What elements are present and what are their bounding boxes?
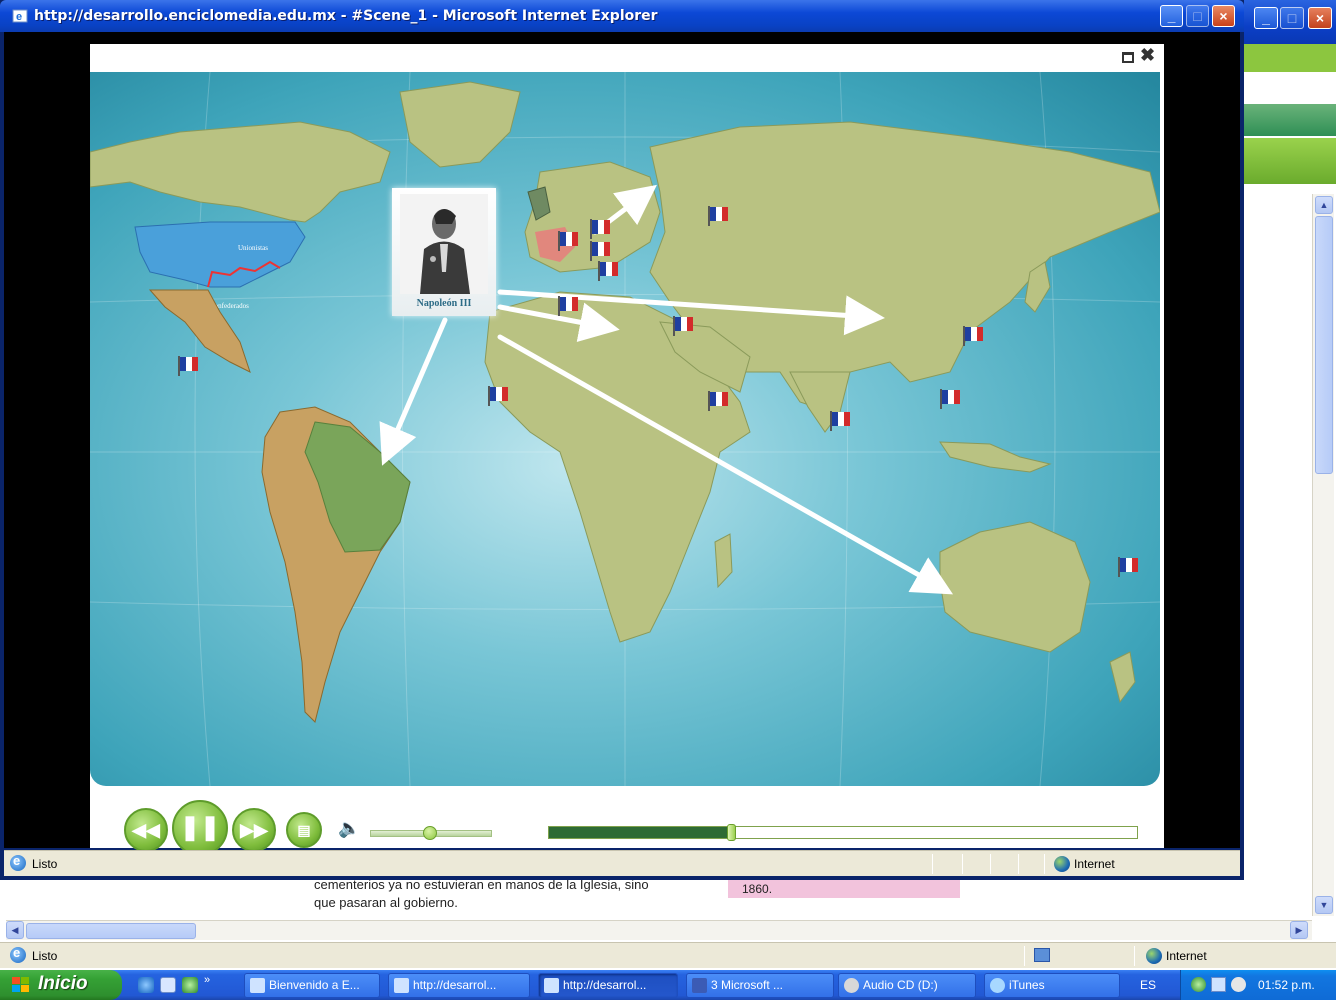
desktop-quicklaunch-icon[interactable] (160, 977, 176, 993)
us-label-union: Unionistas (238, 244, 268, 252)
ie-quicklaunch-icon[interactable] (138, 977, 154, 993)
windows-logo-icon (12, 977, 29, 992)
vertical-scrollbar[interactable]: ▲ ▼ (1312, 194, 1334, 916)
taskbar-item[interactable]: Bienvenido a E... (244, 973, 380, 998)
page-green-banner (1244, 138, 1336, 184)
world-map: Unionistas Confederados Napoleón III (90, 72, 1160, 786)
svg-text:e: e (16, 11, 22, 23)
indonesia-land (939, 441, 1052, 473)
print-button[interactable]: ▤ (286, 812, 322, 848)
flag-icon (963, 326, 983, 346)
fast-forward-button[interactable]: ▶▶ (232, 808, 276, 852)
page-green-banner (1244, 44, 1336, 72)
text-line: que pasaran al gobierno. (314, 895, 458, 910)
popup-browser-window: e http://desarrollo.enciclomedia.edu.mx … (0, 0, 1244, 880)
progress-fill (549, 827, 731, 838)
start-label: Inicio (38, 973, 88, 994)
taskbar-item[interactable]: http://desarrol... (538, 973, 678, 998)
close-icon[interactable]: ✖ (1140, 46, 1155, 64)
progress-bar[interactable] (548, 824, 1138, 841)
volume-knob[interactable] (423, 826, 437, 840)
ie-icon (250, 978, 265, 993)
portrait-figure (420, 209, 470, 294)
australia-land (939, 521, 1091, 653)
horizontal-scrollbar[interactable]: ◀ ▶ (6, 920, 1312, 940)
ie-icon (544, 978, 559, 993)
arrow-to-americas (379, 317, 448, 466)
scene-panel: ✖ Unionistas Confederados Napoleón III ◀… (90, 44, 1164, 856)
player-controls: ◀◀ ❚❚ ▶▶ ▤ 🔈 (90, 794, 1164, 856)
window-title: http://desarrollo.enciclomedia.edu.mx - … (34, 8, 658, 24)
scrollbar-thumb[interactable] (26, 923, 196, 939)
portrait-caption: Napoleón III (416, 298, 472, 309)
napoleon-portrait-card[interactable]: Napoleón III (392, 188, 496, 316)
background-statusbar: Listo Internet (0, 942, 1336, 968)
north-america-land (90, 121, 391, 223)
scroll-down-button[interactable]: ▼ (1315, 896, 1333, 914)
scrollbar-thumb[interactable] (1315, 216, 1333, 474)
tray-security-icon[interactable] (1231, 977, 1246, 992)
scroll-right-button[interactable]: ▶ (1290, 921, 1308, 939)
portrait-image (400, 194, 488, 294)
language-indicator[interactable]: ES (1140, 978, 1156, 992)
status-text: Listo (32, 857, 58, 871)
taskbar: Inicio » Bienvenido a E... http://desarr… (0, 970, 1336, 1000)
status-text: Listo (32, 949, 58, 963)
flash-content-area: ✖ Unionistas Confederados Napoleón III ◀… (4, 32, 1240, 856)
clock[interactable]: 01:52 p.m. (1258, 978, 1315, 992)
itunes-icon (990, 978, 1005, 993)
pause-button[interactable]: ❚❚ (172, 800, 228, 856)
taskbar-item[interactable]: http://desarrol... (388, 973, 530, 998)
greenland-land (399, 81, 521, 168)
globe-icon (1054, 856, 1070, 872)
background-maximize-button[interactable]: □ (1280, 7, 1304, 29)
ie-page-icon (10, 853, 26, 871)
flag-icon (1118, 557, 1138, 577)
rewind-button[interactable]: ◀◀ (124, 808, 168, 852)
statusbar: Listo Internet (4, 850, 1240, 876)
taskbar-item[interactable]: Audio CD (D:) (838, 973, 976, 998)
close-button[interactable]: × (1212, 5, 1235, 27)
new-zealand-land (1109, 651, 1136, 704)
ie-page-icon (10, 945, 26, 963)
union-states-region (134, 221, 306, 288)
maximize-button[interactable]: □ (1186, 5, 1209, 27)
zone-text: Internet (1074, 857, 1115, 871)
minimize-button[interactable]: _ (1160, 5, 1183, 27)
page-icon (1034, 948, 1050, 962)
flag-icon (598, 261, 618, 281)
taskbar-item[interactable]: 3 Microsoft ... (686, 973, 834, 998)
background-close-button[interactable]: × (1308, 7, 1332, 29)
madagascar-land (714, 533, 733, 589)
zone-text: Internet (1166, 949, 1207, 963)
media-quicklaunch-icon[interactable] (182, 977, 198, 993)
scroll-left-button[interactable]: ◀ (6, 921, 24, 939)
background-titlebar[interactable]: _ □ × (1240, 0, 1336, 44)
start-button[interactable]: Inicio (0, 970, 122, 1000)
lesson-text: cementerios ya no estuvieran en manos de… (314, 876, 714, 912)
scroll-up-button[interactable]: ▲ (1315, 196, 1333, 214)
background-minimize-button[interactable]: _ (1254, 7, 1278, 29)
maximize-icon[interactable] (1122, 52, 1134, 63)
ie-icon (394, 978, 409, 993)
cd-icon (844, 978, 859, 993)
speaker-icon[interactable]: 🔈 (338, 818, 360, 839)
ie-icon: e (12, 9, 28, 23)
progress-knob[interactable] (727, 824, 736, 841)
globe-icon (1146, 948, 1162, 964)
taskbar-item[interactable]: iTunes (984, 973, 1120, 998)
tray-network-icon[interactable] (1211, 977, 1226, 992)
expand-chevron-icon[interactable]: » (204, 974, 210, 986)
tray-update-icon[interactable] (1191, 977, 1206, 992)
word-icon (692, 978, 707, 993)
world-map-graphic: Unionistas Confederados (90, 72, 1160, 786)
printer-icon: ▤ (297, 822, 311, 838)
flag-icon (940, 389, 960, 409)
page-green-banner (1244, 104, 1336, 136)
titlebar[interactable]: e http://desarrollo.enciclomedia.edu.mx … (0, 0, 1244, 32)
